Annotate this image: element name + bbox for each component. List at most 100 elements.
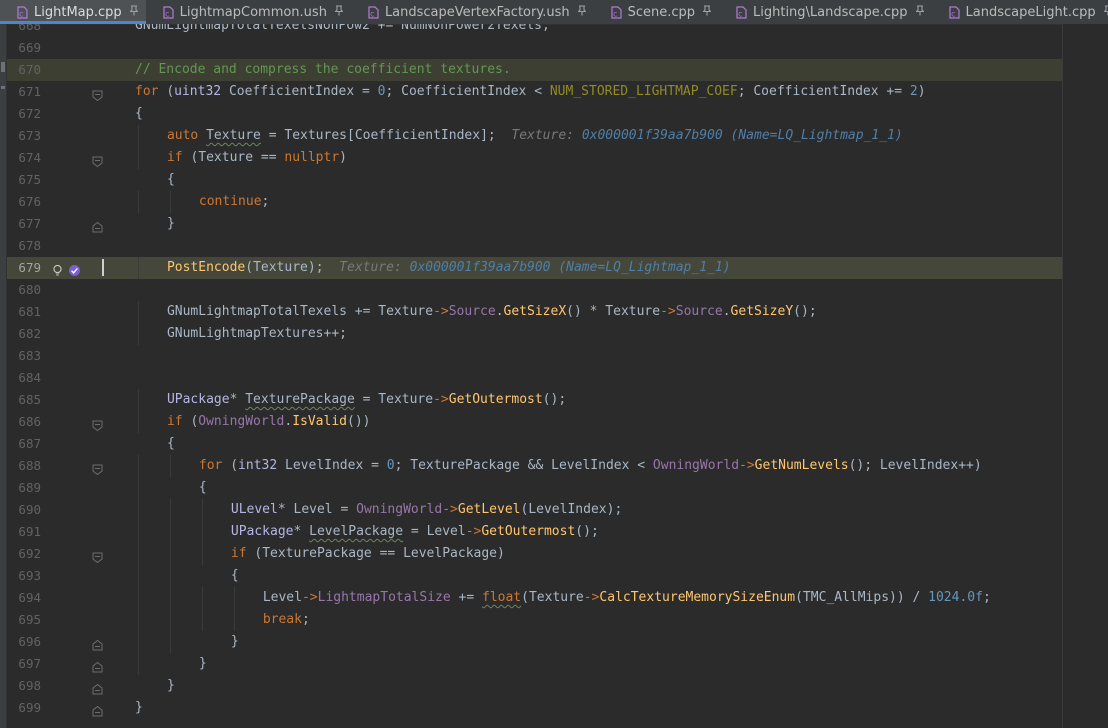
code-text[interactable]: continue; bbox=[199, 194, 269, 209]
code-text[interactable]: GNumLightmapTotalTexelsNonPow2 += NumNon… bbox=[135, 24, 550, 33]
line-number[interactable]: 673 bbox=[7, 128, 41, 143]
inline-debug-hint-value[interactable]: 0x000001f39aa7b900 (Name=LQ_Lightmap_1_1… bbox=[402, 260, 731, 275]
fold-close-icon[interactable] bbox=[92, 680, 103, 695]
code-line[interactable]: 696} bbox=[7, 631, 1062, 653]
code-line[interactable]: 685 UPackage* TexturePackage = Texture->G… bbox=[7, 389, 1062, 411]
code-line[interactable]: 679 PostEncode(Texture); Texture: 0x00000… bbox=[7, 257, 1062, 279]
code-line[interactable]: 672 { bbox=[7, 103, 1062, 125]
inline-debug-hint-value[interactable]: 0x000001f39aa7b900 (Name=LQ_Lightmap_1_1… bbox=[574, 128, 903, 143]
line-number[interactable]: 668 bbox=[7, 24, 41, 33]
code-text[interactable]: UPackage* TexturePackage = Texture->GetO… bbox=[167, 392, 566, 407]
line-number[interactable]: 697 bbox=[7, 656, 41, 671]
code-text[interactable]: { bbox=[167, 436, 175, 451]
code-text[interactable]: { bbox=[199, 480, 207, 495]
line-number[interactable]: 687 bbox=[7, 436, 41, 451]
line-number[interactable]: 693 bbox=[7, 568, 41, 583]
code-text[interactable]: if (OwningWorld.IsValid()) bbox=[167, 414, 371, 429]
line-number[interactable]: 683 bbox=[7, 348, 41, 363]
tab-scene-cpp[interactable]: C Scene.cpp bbox=[594, 0, 719, 24]
code-text[interactable]: ULevel* Level = OwningWorld->GetLevel(Le… bbox=[231, 502, 622, 517]
code-text[interactable]: PostEncode(Texture); Texture: 0x000001f3… bbox=[167, 260, 731, 275]
line-number[interactable]: 678 bbox=[7, 238, 41, 253]
code-line[interactable]: 675 { bbox=[7, 169, 1062, 191]
code-text[interactable]: for (uint32 CoefficientIndex = 0; Coeffi… bbox=[135, 84, 926, 99]
line-number[interactable]: 691 bbox=[7, 524, 41, 539]
pin-icon[interactable] bbox=[914, 5, 925, 19]
code-line[interactable]: 688 for (int32 LevelIndex = 0; TexturePac… bbox=[7, 455, 1062, 477]
code-text[interactable]: { bbox=[231, 568, 239, 583]
pin-icon[interactable] bbox=[702, 5, 712, 19]
code-text[interactable]: if (TexturePackage == LevelPackage) bbox=[231, 546, 505, 561]
line-number[interactable]: 669 bbox=[7, 40, 41, 55]
line-number[interactable]: 681 bbox=[7, 304, 41, 319]
code-line[interactable]: 677} bbox=[7, 213, 1062, 235]
line-number[interactable]: 685 bbox=[7, 392, 41, 407]
fold-open-icon[interactable] bbox=[92, 548, 103, 564]
code-line[interactable]: 674 if (Texture == nullptr) bbox=[7, 147, 1062, 169]
line-number[interactable]: 692 bbox=[7, 546, 41, 561]
code-line[interactable]: 689 { bbox=[7, 477, 1062, 499]
code-text[interactable]: GNumLightmapTotalTexels += Texture->Sour… bbox=[167, 304, 817, 319]
code-text[interactable]: { bbox=[167, 172, 175, 187]
code-line[interactable]: 697} bbox=[7, 653, 1062, 675]
line-number[interactable]: 682 bbox=[7, 326, 41, 341]
code-text[interactable]: } bbox=[231, 634, 239, 649]
line-number[interactable]: 672 bbox=[7, 106, 41, 121]
line-number[interactable]: 677 bbox=[7, 216, 41, 231]
code-text[interactable]: } bbox=[167, 678, 175, 693]
line-number[interactable]: 699 bbox=[7, 700, 41, 715]
code-line[interactable]: 671 for (uint32 CoefficientIndex = 0; Coe… bbox=[7, 81, 1062, 103]
line-number[interactable]: 671 bbox=[7, 84, 41, 99]
fold-open-icon[interactable] bbox=[92, 86, 103, 102]
code-line[interactable]: 695 break; bbox=[7, 609, 1062, 631]
line-number[interactable]: 686 bbox=[7, 414, 41, 429]
code-line[interactable]: 676 continue; bbox=[7, 191, 1062, 213]
pin-icon[interactable] bbox=[576, 5, 587, 19]
fold-close-icon[interactable] bbox=[92, 218, 103, 233]
line-number[interactable]: 684 bbox=[7, 370, 41, 385]
code-text[interactable]: UPackage* LevelPackage = Level->GetOuter… bbox=[231, 524, 599, 539]
tab-lighting-landscape-cpp[interactable]: C Lighting\Landscape.cpp bbox=[719, 0, 932, 24]
code-line[interactable]: 680 bbox=[7, 279, 1062, 301]
tab-lightmap-cpp[interactable]: C LightMap.cpp bbox=[0, 0, 146, 24]
fold-close-icon[interactable] bbox=[92, 658, 103, 673]
code-text[interactable]: for (int32 LevelIndex = 0; TexturePackag… bbox=[199, 458, 982, 473]
code-line[interactable]: 669 bbox=[7, 37, 1062, 59]
code-line[interactable]: 670 // Encode and compress the coefficien… bbox=[7, 59, 1062, 81]
line-number[interactable]: 689 bbox=[7, 480, 41, 495]
code-line[interactable]: 668 GNumLightmapTotalTexelsNonPow2 += Num… bbox=[7, 24, 1062, 37]
lightbulb-icon[interactable] bbox=[51, 262, 64, 276]
code-line[interactable]: 683 bbox=[7, 345, 1062, 367]
code-text[interactable]: // Encode and compress the coefficient t… bbox=[135, 62, 511, 77]
tab-landscapevertexfactory-ush[interactable]: C LandscapeVertexFactory.ush bbox=[351, 0, 594, 24]
tool-window-handle-2[interactable] bbox=[1, 86, 5, 89]
code-line[interactable]: 692 if (TexturePackage == LevelPackage) bbox=[7, 543, 1062, 565]
line-number[interactable]: 674 bbox=[7, 150, 41, 165]
code-line[interactable]: 687 { bbox=[7, 433, 1062, 455]
line-number[interactable]: 679 bbox=[7, 260, 41, 275]
line-number[interactable]: 698 bbox=[7, 678, 41, 693]
fold-close-icon[interactable] bbox=[92, 636, 103, 651]
line-number[interactable]: 695 bbox=[7, 612, 41, 627]
line-number[interactable]: 675 bbox=[7, 172, 41, 187]
code-line[interactable]: 698} bbox=[7, 675, 1062, 697]
code-line[interactable]: 681 GNumLightmapTotalTexels += Texture->S… bbox=[7, 301, 1062, 323]
code-text[interactable]: break; bbox=[263, 612, 310, 627]
code-text[interactable]: } bbox=[199, 656, 207, 671]
code-text[interactable]: if (Texture == nullptr) bbox=[167, 150, 347, 165]
line-number[interactable]: 690 bbox=[7, 502, 41, 517]
fold-open-icon[interactable] bbox=[92, 416, 103, 432]
code-line[interactable]: 682 GNumLightmapTextures++; bbox=[7, 323, 1062, 345]
pin-icon[interactable] bbox=[334, 5, 344, 19]
code-text[interactable]: auto Texture = Textures[CoefficientIndex… bbox=[167, 128, 903, 143]
line-number[interactable]: 694 bbox=[7, 590, 41, 605]
code-editor[interactable]: 668 GNumLightmapTotalTexelsNonPow2 += Num… bbox=[7, 24, 1062, 728]
line-number[interactable]: 696 bbox=[7, 634, 41, 649]
tool-window-handle[interactable] bbox=[1, 62, 5, 72]
code-line[interactable]: 690 ULevel* Level = OwningWorld->GetLevel… bbox=[7, 499, 1062, 521]
code-line[interactable]: 684 bbox=[7, 367, 1062, 389]
tab-landscapelight-cpp[interactable]: C LandscapeLight.cpp bbox=[932, 0, 1108, 24]
code-line[interactable]: 678 bbox=[7, 235, 1062, 257]
code-line[interactable]: 691 UPackage* LevelPackage = Level->GetOu… bbox=[7, 521, 1062, 543]
line-number[interactable]: 680 bbox=[7, 282, 41, 297]
